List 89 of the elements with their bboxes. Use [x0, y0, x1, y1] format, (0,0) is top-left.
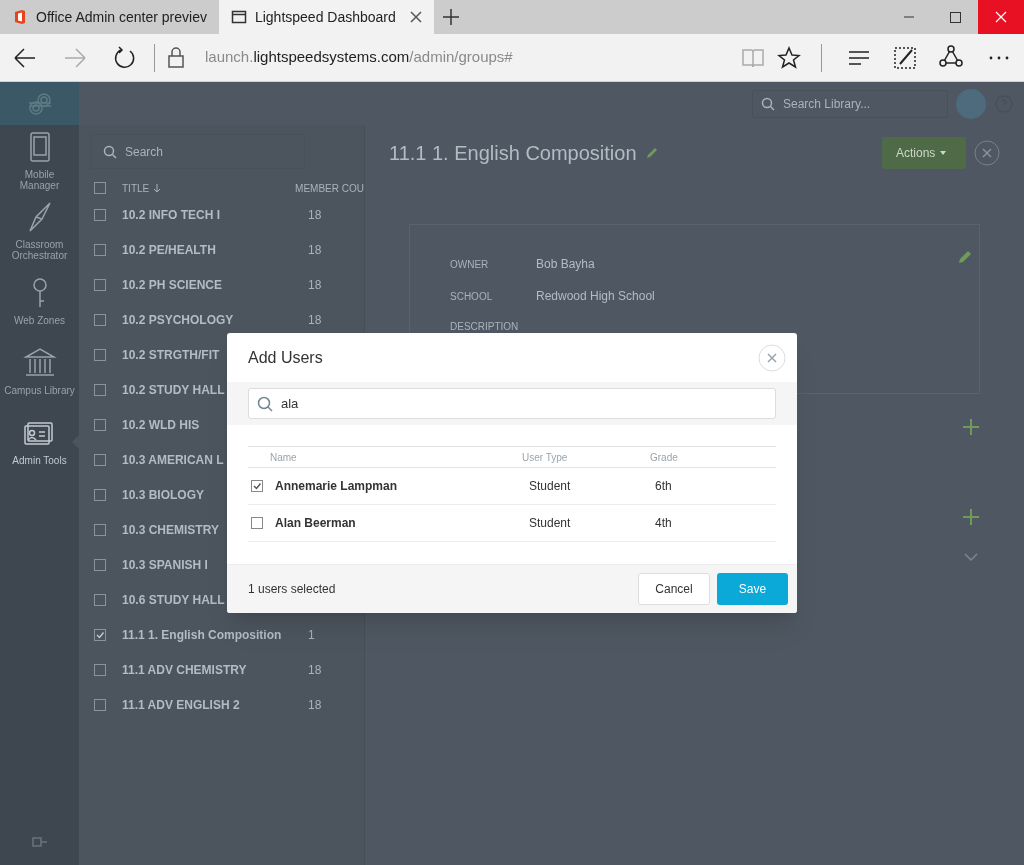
check-icon	[95, 629, 105, 640]
checkbox[interactable]	[94, 558, 106, 571]
more-icon	[989, 55, 1009, 60]
column-header[interactable]: MEMBER COU	[295, 180, 364, 196]
sort-arrow-icon	[153, 183, 162, 193]
tab-title: Office Admin center previev	[36, 7, 207, 27]
group-title-heading: 11.1 1. English Composition	[389, 141, 637, 166]
pencil-icon	[644, 146, 659, 160]
checkbox[interactable]	[94, 243, 106, 256]
tab-title: Lightspeed Dashboard	[254, 7, 397, 27]
logout-icon	[31, 837, 48, 847]
checkbox[interactable]	[94, 488, 106, 501]
checkbox[interactable]	[251, 517, 263, 529]
cancel-button[interactable]: Cancel	[638, 573, 710, 605]
checkbox[interactable]	[94, 348, 106, 361]
browser-tab[interactable]: Lightspeed Dashboard	[218, 0, 434, 34]
field-label: SCHOOL	[450, 289, 494, 304]
check-icon	[252, 481, 262, 491]
checkbox[interactable]	[94, 383, 106, 396]
close-icon	[995, 11, 1007, 23]
groups-search-field[interactable]: Search	[90, 134, 305, 169]
sidebar-item[interactable]: Mobile Manager	[0, 125, 79, 195]
library-search-field[interactable]: Search Library...	[752, 89, 948, 118]
column-header[interactable]: TITLE	[122, 180, 280, 196]
field-label: OWNER	[450, 257, 490, 272]
member-count: 18	[308, 206, 322, 224]
checkbox[interactable]	[251, 480, 263, 492]
sidebar-item[interactable]: Campus Library	[0, 335, 79, 405]
group-title[interactable]: 10.2 PH SCIENCE	[122, 275, 292, 294]
member-count: 1	[308, 626, 315, 644]
field-value: Redwood High School	[536, 288, 655, 305]
member-count: 18	[308, 661, 322, 679]
user-grade: 6th	[655, 478, 672, 495]
group-title[interactable]: 10.2 PE/HEALTH	[122, 240, 292, 259]
window-close-button[interactable]	[978, 0, 1024, 34]
search-icon	[257, 395, 273, 412]
user-grade: 4th	[655, 515, 672, 532]
selection-count: 1 users selected	[248, 581, 336, 598]
checkbox[interactable]	[94, 663, 106, 676]
group-title[interactable]: 11.1 ADV CHEMISTRY	[122, 660, 292, 679]
dialog-title: Add Users	[248, 347, 323, 368]
user-search-field[interactable]: ala	[248, 388, 776, 419]
office-logo-icon	[12, 9, 28, 25]
group-title[interactable]: 11.1 ADV ENGLISH 2	[122, 695, 292, 714]
field-value: Bob Bayha	[536, 256, 596, 273]
sidebar-item[interactable]: Classroom Orchestrator	[0, 195, 79, 265]
checkbox[interactable]	[94, 698, 106, 711]
maximize-icon	[949, 11, 961, 23]
group-title[interactable]: 10.2 INFO TECH I	[122, 205, 292, 224]
column-header[interactable]: Grade	[650, 449, 678, 465]
member-count: 18	[308, 696, 322, 714]
column-header[interactable]: User Type	[522, 449, 650, 465]
checkbox[interactable]	[94, 313, 106, 326]
member-count: 18	[308, 311, 322, 329]
checkbox[interactable]	[94, 453, 106, 466]
page-icon	[230, 9, 247, 25]
checkbox[interactable]	[94, 208, 106, 221]
pencil-icon	[957, 249, 973, 265]
user-type: Student	[529, 515, 572, 532]
column-header[interactable]: Name	[270, 449, 522, 465]
checkbox[interactable]	[94, 628, 106, 641]
url-text[interactable]: launch.lightspeedsystems.com/admin/groups#	[205, 46, 513, 69]
checkbox[interactable]	[94, 523, 106, 536]
plus-icon	[961, 417, 981, 437]
checkbox[interactable]	[94, 418, 106, 431]
user-name: Alan Beerman	[275, 515, 357, 532]
actions-button[interactable]: Actions	[882, 137, 966, 169]
close-icon[interactable]	[974, 140, 1000, 166]
checkbox[interactable]	[94, 278, 106, 291]
checkbox[interactable]	[94, 593, 106, 606]
member-count: 18	[308, 276, 322, 294]
user-name: Annemarie Lampman	[275, 478, 399, 495]
member-count: 18	[308, 241, 322, 259]
select-all-checkbox[interactable]	[94, 182, 106, 194]
field-label: DESCRIPTION	[450, 320, 520, 334]
group-title[interactable]: 10.2 PSYCHOLOGY	[122, 310, 292, 329]
user-type: Student	[529, 478, 572, 495]
avatar[interactable]	[956, 88, 986, 119]
sidebar-item[interactable]: Web Zones	[0, 265, 79, 335]
minimize-icon	[904, 16, 914, 18]
close-icon	[409, 11, 422, 23]
caret-icon	[939, 150, 948, 156]
plus-icon	[961, 507, 981, 527]
search-icon	[761, 96, 775, 111]
hub-icon	[848, 50, 870, 65]
search-icon	[103, 144, 117, 159]
save-button[interactable]: Save	[717, 573, 788, 605]
chevron-down-icon	[964, 553, 978, 561]
group-title[interactable]: 11.1 1. English Composition	[122, 625, 292, 644]
